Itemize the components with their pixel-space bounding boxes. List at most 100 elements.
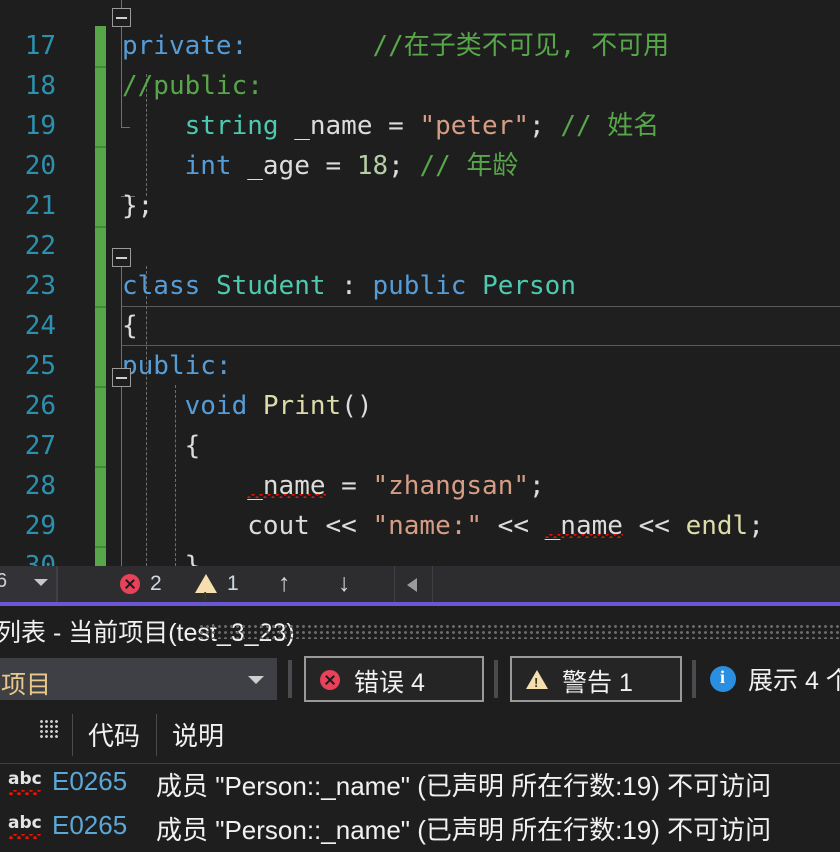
collapse-left-icon[interactable]	[407, 578, 417, 592]
line-number: 17	[24, 31, 56, 61]
code-text: _name = "zhangsan";	[122, 466, 545, 506]
line-number: 27	[24, 431, 56, 461]
code-line[interactable]: 30 }	[0, 546, 840, 566]
panel-title-row: 列表 - 当前项目(test_3_23)	[0, 606, 840, 650]
table-row[interactable]: abc E0265 成员 "Person::_name" (已声明 所在行数:19)…	[0, 764, 840, 808]
line-number: 22	[24, 231, 56, 261]
code-token: public	[372, 271, 467, 301]
fold-toggle-line-26[interactable]	[112, 368, 131, 387]
toolbar-separator-3	[692, 660, 696, 698]
code-line[interactable]: 29 cout << "name:" << _name << endl;	[0, 506, 840, 546]
code-token: public:	[122, 351, 232, 381]
code-token: :	[325, 271, 373, 301]
code-text: {	[122, 426, 201, 466]
scope-filter-dropdown[interactable]: 项目	[0, 658, 277, 700]
status-divider-2	[394, 566, 395, 602]
line-number: 25	[24, 351, 56, 381]
code-line[interactable]: 21};	[0, 186, 840, 226]
code-line[interactable]: 18 //public:	[0, 66, 840, 106]
line-number: 24	[24, 311, 56, 341]
code-line[interactable]: 20 int _age = 18; // 年龄	[0, 146, 840, 186]
panel-drag-grip[interactable]	[200, 625, 840, 639]
code-token: "peter"	[419, 111, 530, 141]
abc-icon-underline	[9, 834, 41, 839]
change-bar	[95, 226, 106, 266]
code-line[interactable]: 28 _name = "zhangsan";	[0, 466, 840, 506]
status-divider-1	[57, 566, 58, 602]
code-line[interactable]: 17 private: //在子类不可见, 不可用	[0, 26, 840, 66]
code-text: }	[122, 546, 201, 566]
code-token: //在子类不可见, 不可用	[372, 31, 670, 61]
change-bar	[95, 106, 106, 146]
code-token: <<	[622, 511, 686, 541]
editor-status-bar: 6 2 1 ↑ ↓	[0, 566, 840, 615]
change-bar	[95, 26, 106, 66]
change-bar	[95, 306, 106, 346]
code-text: class Student : public Person	[122, 266, 576, 306]
code-token: Person	[482, 271, 576, 301]
code-token: void	[184, 391, 248, 421]
code-token: Student	[215, 271, 326, 301]
code-editor[interactable]: 17 private: //在子类不可见, 不可用 18 //public: 19 st…	[0, 0, 840, 566]
visual-studio-window: 17 private: //在子类不可见, 不可用 18 //public: 19 st…	[0, 0, 840, 852]
current-line-highlight	[122, 306, 840, 346]
line-number: 19	[24, 111, 56, 141]
code-line[interactable]: 19 string _name = "peter"; // 姓名	[0, 106, 840, 146]
cell-description: 成员 "Person::_name" (已声明 所在行数:19) 不可访问	[156, 771, 772, 801]
change-bar	[95, 466, 106, 506]
filter-errors-label: 错误 4	[354, 669, 425, 697]
code-token: =	[325, 471, 373, 501]
warning-triangle-icon	[195, 574, 217, 615]
code-text: int _age = 18; // 年龄	[122, 146, 519, 186]
code-token-error: _name	[544, 511, 623, 541]
warning-count-label: 1	[227, 572, 239, 595]
error-list-panel: 列表 - 当前项目(test_3_23) 项目 错误 4 警告 1 展示 4	[0, 602, 840, 852]
zoom-level-dropdown[interactable]: 6	[0, 566, 57, 602]
filter-warnings-toggle[interactable]: 警告 1	[510, 656, 682, 702]
line-number: 18	[24, 71, 56, 101]
change-bar	[95, 146, 106, 186]
fold-toggle-line-23[interactable]	[112, 248, 131, 267]
fold-toggle-line-17[interactable]	[112, 8, 131, 27]
filter-errors-toggle[interactable]: 错误 4	[304, 656, 484, 702]
table-row[interactable]: abc E0265 成员 "Person::_name" (已声明 所在行数:19)…	[0, 808, 840, 852]
severity-column-icon	[40, 720, 58, 738]
line-number: 29	[24, 511, 56, 541]
code-text: void Print()	[122, 386, 373, 426]
change-bar	[95, 266, 106, 306]
status-divider-3	[432, 566, 433, 602]
code-line[interactable]: 23 class Student : public Person	[0, 266, 840, 306]
code-token: "zhangsan"	[372, 471, 530, 501]
next-issue-button[interactable]: ↓	[338, 566, 351, 602]
code-line[interactable]: 26 void Print()	[0, 386, 840, 426]
cell-code: E0265	[52, 810, 128, 840]
code-token: ;	[529, 471, 545, 501]
code-text: public:	[122, 346, 232, 386]
zoom-level-label: 6	[0, 570, 8, 592]
code-line[interactable]: 27 {	[0, 426, 840, 466]
header-divider-1	[72, 714, 73, 756]
line-number: 20	[24, 151, 56, 181]
code-token: {	[122, 431, 201, 461]
error-circle-icon	[120, 574, 140, 594]
column-header-description[interactable]: 说明	[172, 716, 224, 753]
code-line[interactable]: 24 {	[0, 306, 840, 346]
info-circle-icon	[710, 666, 736, 692]
code-token: <<	[482, 511, 545, 541]
code-token: class	[122, 271, 201, 301]
scope-filter-value: 项目	[1, 671, 52, 699]
line-number: 23	[24, 271, 56, 301]
prev-issue-button[interactable]: ↑	[278, 566, 291, 602]
change-bar	[95, 186, 106, 226]
change-bar	[95, 506, 106, 546]
code-token: ;	[529, 111, 561, 141]
column-header-code[interactable]: 代码	[88, 716, 140, 753]
change-bar	[95, 66, 106, 106]
